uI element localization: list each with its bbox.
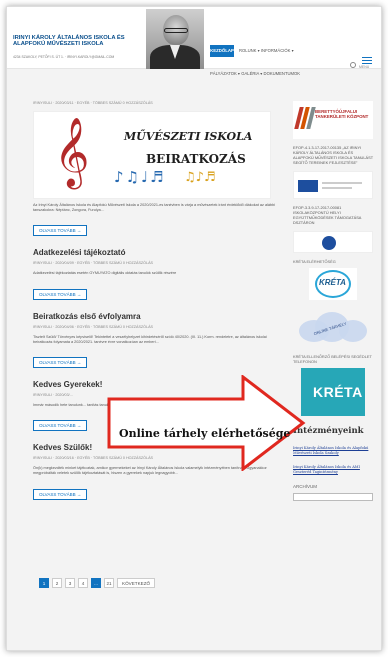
district-logo[interactable]: BERETTYÓÚJFALUI TANKERÜLETI KÖZPONT	[293, 101, 373, 139]
divider	[322, 187, 352, 189]
music-notes-icon: ♪♫♩♬	[114, 168, 166, 186]
read-more-button[interactable]: OLVASS TOVÁBB →	[33, 357, 88, 369]
search-icon[interactable]	[350, 62, 356, 68]
post-excerpt: Tisztelt Szülő/ Törvényes képviselő! Tek…	[33, 334, 267, 344]
kreta-small-label: KRÉTA	[319, 278, 346, 287]
portrait-glasses	[164, 28, 188, 33]
next-page-button[interactable]: KÖVETKEZŐ	[117, 578, 156, 588]
read-more-button[interactable]: OLVASS TOVÁBB →	[33, 420, 88, 432]
page-link[interactable]: 4	[78, 578, 88, 588]
read-more-button[interactable]: OLVASS TOVÁBB →	[33, 288, 88, 300]
nav-home[interactable]: KEZDŐLAP	[210, 45, 234, 57]
online-storage-cloud-link[interactable]: ONLINE TÁRHELY	[293, 308, 373, 348]
post-excerpt: Az Irinyi Károly Általános Iskola és Ala…	[33, 203, 276, 213]
archive-select[interactable]	[293, 493, 373, 502]
kreta-heading: KRÉTA ELÉRHETŐSÉG	[293, 259, 336, 264]
eu-circle-icon	[322, 236, 336, 250]
treble-clef-icon: 𝄞	[54, 117, 90, 187]
post-title[interactable]: Beiratkozás első évfolyamra	[33, 312, 277, 321]
site-address: 4234 SZAKOLY, PETŐFI S. ÚT 1. · IRINYI.K…	[13, 55, 115, 59]
nav-menu-row-2[interactable]: PÁLYÁZATOK ▾ GALÉRIA ▾ DOKUMENTUMOK	[210, 71, 300, 76]
post-meta: IRINYISULI · 2020/03/11 · EGYÉB · TÖBBES…	[33, 101, 153, 105]
archive-label: ARCHÍVUM	[293, 484, 318, 490]
efop-banner-2[interactable]	[293, 231, 373, 253]
annotation-arrow-icon	[107, 375, 306, 471]
post-meta: IRINYISULI · 2020/04/06 · EGYÉB · TÖBBES…	[33, 324, 154, 329]
eu-flag-icon	[298, 180, 318, 192]
page-link[interactable]: 2	[52, 578, 62, 588]
post-title[interactable]: Adatkezelési tájékoztató	[33, 248, 277, 257]
site-header: IRINYI KÁROLY ÁLTALÁNOS ISKOLA ÉS ALAPFO…	[7, 7, 381, 69]
kreta-big-label: KRÉTA	[313, 384, 363, 400]
image-subtitle: BEIRATKOZÁS	[146, 152, 246, 166]
music-notes-icon: ♫♪♬	[184, 170, 216, 185]
site-title[interactable]: IRINYI KÁROLY ÁLTALÁNOS ISKOLA ÉS ALAPFO…	[13, 35, 151, 48]
image-title: MŰVÉSZETI ISKOLA	[124, 130, 253, 143]
post-meta: IRINYISULI · 2020/04/09 · EGYÉB · TÖBBES…	[33, 261, 154, 266]
nav-menu-row-1[interactable]: ROLUNK ▾ INFORMÁCIÓK ▾	[239, 48, 294, 53]
page-ellipsis: ...	[91, 578, 101, 588]
page-link[interactable]: 21	[104, 578, 114, 588]
page-link[interactable]: 1	[39, 578, 49, 588]
page-link[interactable]: 3	[65, 578, 75, 588]
district-logo-icon	[294, 107, 316, 129]
efop-project-1[interactable]: EFOP-4.1.3-17-2017-00135 „AZ IRINYI KÁRO…	[293, 145, 373, 165]
header-portrait	[146, 9, 204, 69]
kreta-app-link[interactable]: KRÉTA	[301, 368, 365, 416]
read-more-button[interactable]: OLVASS TOVÁBB →	[33, 488, 88, 500]
pagination: 1 2 3 4 ... 21 KÖVETKEZŐ	[39, 578, 156, 588]
post-excerpt: Adatkezelési tájékoztatás esetén GYMUYAT…	[33, 271, 177, 276]
menu-label[interactable]: MENU	[359, 65, 369, 69]
efop-banner-1[interactable]	[293, 171, 373, 199]
efop-project-2[interactable]: EFOP-3.3.9-17-2017-00081 ISKOLAKÖZPONTÚ …	[293, 205, 373, 225]
annotation-text: Online tárhely elérhetősége	[119, 427, 291, 440]
page-frame: IRINYI KÁROLY ÁLTALÁNOS ISKOLA ÉS ALAPFO…	[6, 6, 382, 651]
kreta-parent-heading: KRÉTA ELLENŐRZŐ BELÉPÉSI SEGÉDLET TELEFO…	[293, 354, 372, 364]
district-logo-text: BERETTYÓÚJFALUI TANKERÜLETI KÖZPONT	[315, 109, 369, 120]
post-featured-image[interactable]: 𝄞 MŰVÉSZETI ISKOLA BEIRATKOZÁS ♪♫♩♬ ♫♪♬	[33, 111, 271, 199]
kreta-logo-link[interactable]: KRÉTA	[309, 268, 357, 300]
read-more-button[interactable]: OLVASS TOVÁBB →	[33, 225, 88, 237]
divider	[322, 182, 362, 184]
